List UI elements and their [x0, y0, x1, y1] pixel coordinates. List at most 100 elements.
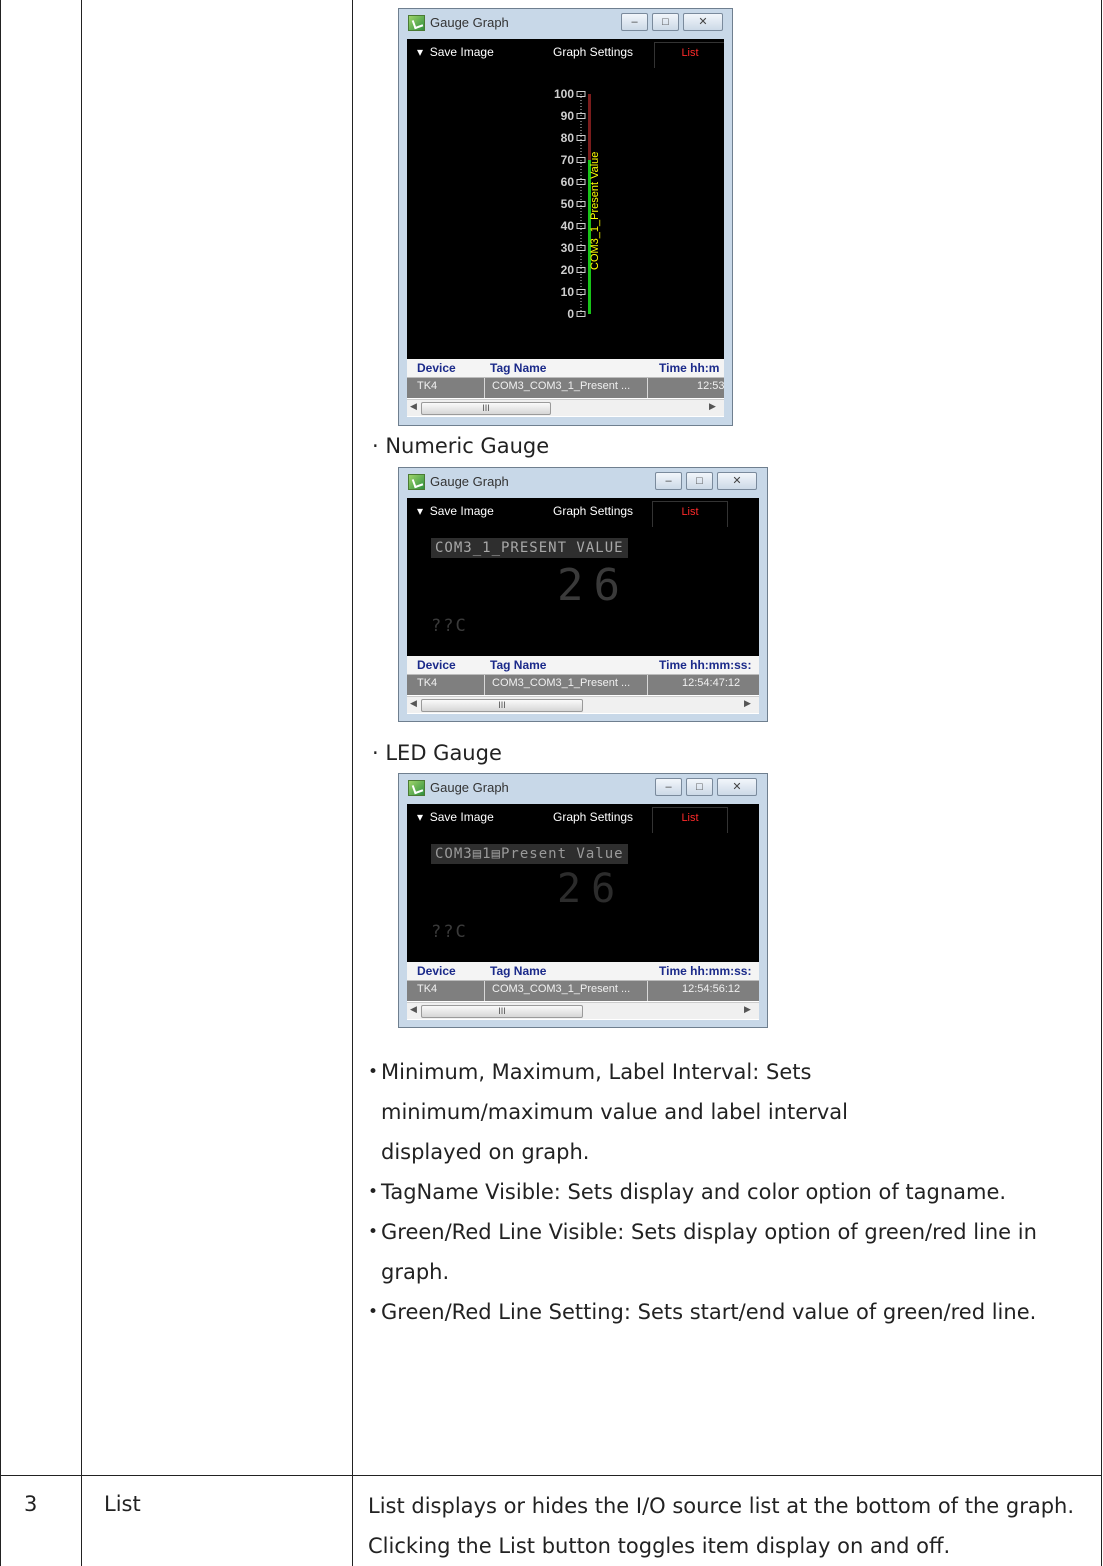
- app-icon: [408, 15, 425, 31]
- horizontal-scrollbar[interactable]: ◀ III ▶: [407, 1002, 759, 1019]
- col-time-header[interactable]: Time hh:mm:ss:: [659, 658, 751, 672]
- graph-area: ▾ Save Image Graph Settings List COM3▤1▤…: [407, 804, 759, 1020]
- row-tag: COM3_COM3_1_Present ...: [492, 983, 631, 995]
- scroll-thumb[interactable]: III: [421, 699, 583, 712]
- scroll-right-icon[interactable]: ▶: [744, 1004, 751, 1015]
- table-border-right: [1101, 0, 1102, 1566]
- tick-label: 20: [561, 263, 575, 277]
- horizontal-scrollbar[interactable]: ◀ III ▶: [407, 696, 759, 713]
- settings-bullet-list: Minimum, Maximum, Label Interval: Sets m…: [368, 1052, 1093, 1332]
- maximize-button[interactable]: □: [652, 13, 679, 31]
- minimize-button[interactable]: –: [655, 778, 682, 796]
- col-device-header[interactable]: Device: [417, 658, 456, 672]
- maximize-icon: □: [696, 475, 703, 487]
- table-border-col2: [352, 0, 353, 1566]
- row-description: List displays or hides the I/O source li…: [368, 1494, 1075, 1558]
- graph-toolbar: ▾ Save Image Graph Settings List: [407, 498, 759, 527]
- tick-label: 30: [561, 241, 575, 255]
- bullet-item: Green/Red Line Visible: Sets display opt…: [368, 1212, 1091, 1292]
- minimize-icon: –: [631, 16, 638, 28]
- source-list: Device Tag Name Time hh:m TK4 COM3_COM3_…: [407, 359, 724, 417]
- save-image-label: Save Image: [429, 810, 494, 824]
- tick-label: 50: [561, 197, 575, 211]
- row-time: 12:53: [697, 380, 724, 392]
- column-separator: [647, 378, 648, 398]
- list-header: Device Tag Name Time hh:mm:ss:: [407, 962, 759, 981]
- scroll-left-icon[interactable]: ◀: [410, 401, 417, 412]
- close-icon: ✕: [732, 475, 742, 487]
- graph-settings-button[interactable]: Graph Settings: [553, 504, 633, 518]
- col-device-header[interactable]: Device: [417, 964, 456, 978]
- maximize-icon: □: [696, 781, 703, 793]
- col-tag-header[interactable]: Tag Name: [490, 964, 546, 978]
- app-icon: [408, 780, 425, 796]
- list-header: Device Tag Name Time hh:mm:ss:: [407, 656, 759, 675]
- dropdown-arrow-icon: ▾: [417, 45, 424, 59]
- scroll-left-icon[interactable]: ◀: [410, 698, 417, 709]
- tick-mark: [576, 245, 586, 251]
- row-time: 12:54:47:12: [682, 677, 741, 689]
- scroll-thumb[interactable]: III: [421, 402, 551, 415]
- numeric-gauge-window: Gauge Graph – □ ✕ ▾ Save Image Graph Set…: [398, 467, 768, 722]
- scroll-right-icon[interactable]: ▶: [744, 698, 751, 709]
- save-image-button[interactable]: ▾ Save Image: [417, 504, 494, 518]
- save-image-button[interactable]: ▾ Save Image: [417, 810, 494, 824]
- row-item-name: List: [104, 1492, 141, 1516]
- table-border-left: [0, 0, 1, 1566]
- list-row[interactable]: TK4 COM3_COM3_1_Present ... 12:53: [407, 378, 724, 398]
- column-separator: [484, 981, 485, 1001]
- close-button[interactable]: ✕: [717, 472, 757, 490]
- col-tag-header[interactable]: Tag Name: [490, 658, 546, 672]
- tick-label: 10: [561, 285, 575, 299]
- save-image-button[interactable]: ▾ Save Image: [417, 45, 494, 59]
- column-separator: [484, 378, 485, 398]
- tick-label: 0: [567, 307, 574, 321]
- window-title: Gauge Graph: [430, 474, 509, 489]
- unit-display: ??C: [431, 922, 468, 942]
- col-time-header[interactable]: Time hh:mm:ss:: [659, 964, 751, 978]
- tick-label: 40: [561, 219, 575, 233]
- close-button[interactable]: ✕: [683, 13, 723, 31]
- tick-label: 80: [561, 131, 575, 145]
- row-device: TK4: [417, 983, 438, 995]
- list-tab-button[interactable]: List: [654, 42, 724, 68]
- horizontal-scrollbar[interactable]: ◀ III ▶: [407, 399, 724, 416]
- list-tab-button[interactable]: List: [652, 501, 728, 527]
- window-title-bar[interactable]: Gauge Graph – □ ✕: [399, 774, 767, 800]
- save-image-label: Save Image: [429, 45, 494, 59]
- maximize-button[interactable]: □: [686, 472, 713, 490]
- list-row[interactable]: TK4 COM3_COM3_1_Present ... 12:54:56:12: [407, 981, 759, 1001]
- graph-area: ▾ Save Image Graph Settings List COM3_1_…: [407, 498, 759, 714]
- graph-settings-button[interactable]: Graph Settings: [553, 45, 633, 59]
- graph-toolbar: ▾ Save Image Graph Settings List: [407, 804, 759, 833]
- red-line: [588, 94, 591, 160]
- window-title-bar[interactable]: Gauge Graph – □ ✕: [399, 468, 767, 494]
- close-button[interactable]: ✕: [717, 778, 757, 796]
- col-tag-header[interactable]: Tag Name: [490, 361, 546, 375]
- column-separator: [647, 675, 648, 695]
- scroll-right-icon[interactable]: ▶: [709, 401, 716, 412]
- scroll-left-icon[interactable]: ◀: [410, 1004, 417, 1015]
- maximize-button[interactable]: □: [686, 778, 713, 796]
- list-row[interactable]: TK4 COM3_COM3_1_Present ... 12:54:47:12: [407, 675, 759, 695]
- col-device-header[interactable]: Device: [417, 361, 456, 375]
- list-tab-button[interactable]: List: [652, 807, 728, 833]
- value-display: 26: [557, 560, 630, 611]
- row-tag: COM3_COM3_1_Present ...: [492, 380, 631, 392]
- source-list: Device Tag Name Time hh:mm:ss: TK4 COM3_…: [407, 656, 759, 714]
- tick-label: 70: [561, 153, 575, 167]
- scroll-thumb[interactable]: III: [421, 1005, 583, 1018]
- table-row-divider: [0, 1475, 1102, 1476]
- unit-display: ??C: [431, 616, 468, 636]
- minimize-button[interactable]: –: [621, 13, 648, 31]
- row-tag: COM3_COM3_1_Present ...: [492, 677, 631, 689]
- graph-area: ▾ Save Image Graph Settings List 100 90 80…: [407, 39, 724, 417]
- minimize-button[interactable]: –: [655, 472, 682, 490]
- list-header: Device Tag Name Time hh:m: [407, 359, 724, 378]
- column-separator: [484, 675, 485, 695]
- col-time-header[interactable]: Time hh:m: [659, 361, 719, 375]
- window-title-bar[interactable]: Gauge Graph – □ ✕: [399, 9, 732, 35]
- tick-label: 100: [554, 87, 574, 101]
- led-gauge-window: Gauge Graph – □ ✕ ▾ Save Image Graph Set…: [398, 773, 768, 1028]
- graph-settings-button[interactable]: Graph Settings: [553, 810, 633, 824]
